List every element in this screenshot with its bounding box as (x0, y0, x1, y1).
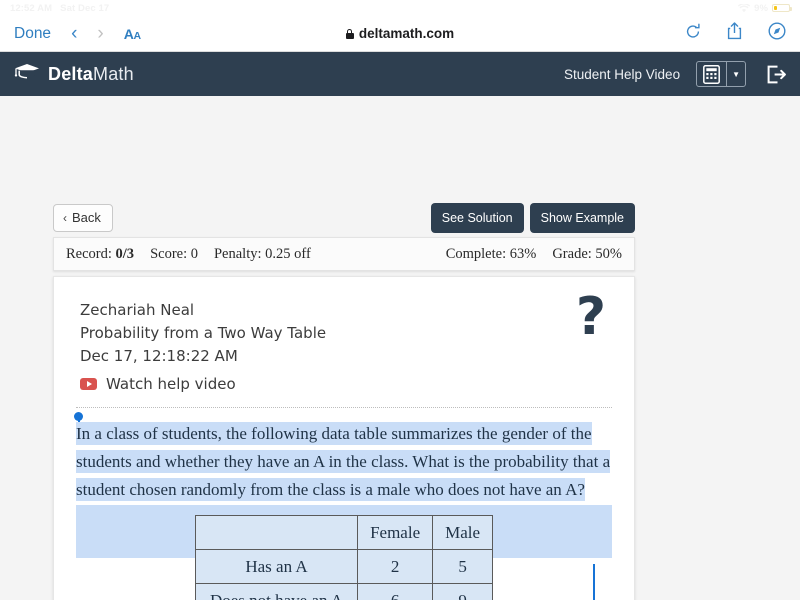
show-example-button[interactable]: Show Example (529, 203, 635, 233)
table-row-label-no-a: Does not have an A (194, 583, 359, 600)
logo-delta: Delta (48, 63, 94, 84)
page-body: ‹ Back See Solution Show Example Record:… (0, 96, 800, 600)
complete-stat: Complete: 63% (446, 246, 537, 263)
logo-text: DeltaMath (48, 64, 134, 85)
youtube-play-icon (80, 378, 97, 391)
assignment-meta: Zechariah Neal Probability from a Two Wa… (80, 299, 608, 367)
assignment-topic: Probability from a Two Way Table (80, 323, 327, 342)
battery-low-icon (772, 4, 792, 12)
table-row: Does not have an A 6 9 (194, 583, 494, 600)
table-row: Has an A 2 5 (194, 548, 494, 585)
status-bar-right: 9% (738, 2, 792, 14)
penalty-label: Penalty: (213, 245, 262, 262)
question-text-wrap: In a class of students, the following da… (76, 408, 612, 504)
safari-toolbar-left: Done ‹ › AA (14, 24, 141, 43)
grade-value: 50% (595, 245, 622, 262)
question-text: In a class of students, the following da… (76, 422, 611, 502)
browser-forward-icon: › (97, 23, 104, 44)
status-bar-left: 12:52 AM Sat Dec 17 (10, 3, 109, 14)
penalty-value: 0.25 off (265, 245, 311, 262)
table-col-male: Male (432, 514, 494, 550)
safari-compass-icon[interactable] (768, 22, 786, 45)
url-pill[interactable]: deltamath.com (345, 26, 455, 41)
logout-icon[interactable] (762, 65, 786, 84)
browser-back-icon[interactable]: ‹ (71, 24, 77, 43)
assignment-timestamp: Dec 17, 12:18:22 AM (80, 346, 238, 365)
logo-math: Math (93, 63, 134, 84)
solution-buttons: See Solution Show Example (430, 203, 635, 233)
table-row-label-has-a: Has an A (194, 548, 359, 585)
battery-percent-label: 9% (754, 2, 768, 14)
question-body: In a class of students, the following da… (54, 408, 634, 600)
cell-has-a-female: 2 (357, 548, 434, 585)
problem-card: Zechariah Neal Probability from a Two Wa… (53, 276, 635, 600)
score-stat: Score: 0 (150, 246, 198, 263)
watch-help-video-link[interactable]: Watch help video (80, 375, 608, 393)
record-bar: Record: 0/3 Score: 0 Penalty: 0.25 off C… (53, 237, 635, 271)
grade-label: Grade: (552, 245, 592, 262)
cell-has-a-male: 5 (432, 548, 494, 585)
question-mark-icon: ? (575, 287, 606, 347)
two-way-table: Female Male Has an A 2 5 Does not have a… (194, 514, 494, 600)
chevron-down-icon[interactable]: ▼ (726, 62, 745, 86)
done-button[interactable]: Done (14, 25, 51, 43)
back-button[interactable]: ‹ Back (53, 204, 113, 232)
penalty-stat: Penalty: 0.25 off (214, 246, 311, 263)
record-bar-left: Record: 0/3 Score: 0 Penalty: 0.25 off (66, 246, 311, 263)
calculator-button[interactable]: ▼ (696, 61, 746, 87)
chevron-left-icon: ‹ (63, 210, 67, 225)
status-bar-date: Sat Dec 17 (60, 2, 110, 14)
cell-no-a-female: 6 (357, 583, 434, 600)
record-label: Record: (66, 245, 112, 262)
record-stat: Record: 0/3 (66, 246, 134, 263)
table-header-row: Female Male (194, 514, 494, 550)
deltamath-logo[interactable]: DeltaMath (14, 63, 134, 85)
wifi-icon (738, 3, 751, 13)
text-size-button[interactable]: AA (124, 26, 141, 42)
status-bar-time: 12:52 AM (10, 2, 53, 14)
url-text: deltamath.com (358, 26, 455, 41)
table-col-female: Female (357, 514, 434, 550)
deltamath-header-right: Student Help Video ▼ (564, 61, 786, 87)
score-value: 0 (190, 245, 198, 262)
graduation-cap-icon (14, 63, 40, 85)
back-button-label: Back (72, 210, 101, 225)
selection-caret-end (593, 564, 595, 600)
complete-value: 63% (509, 245, 537, 262)
lock-icon (345, 28, 354, 39)
reload-icon[interactable] (685, 23, 701, 45)
cell-no-a-male: 9 (432, 583, 494, 600)
deltamath-header: DeltaMath Student Help Video ▼ (0, 52, 800, 96)
complete-label: Complete: (445, 245, 507, 262)
share-icon[interactable] (727, 22, 742, 45)
record-value: 0/3 (115, 245, 135, 262)
two-way-table-wrap: Female Male Has an A 2 5 Does not have a… (76, 504, 612, 600)
table-corner-cell (194, 514, 359, 550)
watch-help-video-label: Watch help video (106, 375, 236, 394)
student-help-video-link[interactable]: Student Help Video (564, 67, 680, 82)
assignment-header: Zechariah Neal Probability from a Two Wa… (54, 277, 634, 393)
score-label: Score: (150, 245, 188, 262)
see-solution-button[interactable]: See Solution (430, 203, 524, 233)
record-bar-right: Complete: 63% Grade: 50% (446, 246, 622, 263)
ios-status-bar: 12:52 AM Sat Dec 17 9% (0, 0, 800, 16)
safari-toolbar: Done ‹ › AA deltamath.com (0, 16, 800, 52)
calculator-icon (697, 64, 726, 84)
grade-stat: Grade: 50% (552, 246, 622, 263)
safari-toolbar-right (685, 22, 786, 45)
student-name: Zechariah Neal (80, 301, 195, 319)
